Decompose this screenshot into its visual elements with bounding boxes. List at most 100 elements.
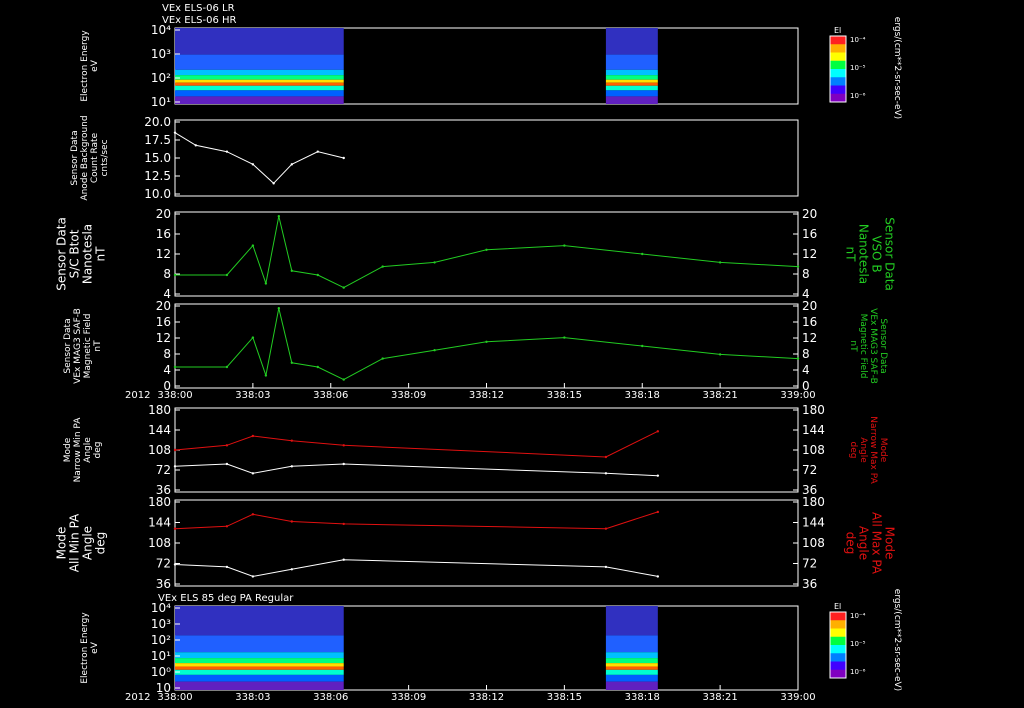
ylabel-left-5-line: All Min PA: [68, 513, 82, 572]
heatmap-band: [175, 96, 344, 104]
time-tick-label: 338:15: [547, 390, 582, 401]
series-point: [290, 361, 294, 364]
y-tick-label-right: 12: [802, 247, 817, 261]
colorbar-swatch: [830, 628, 846, 638]
anode-ylabel-line: Sensor Data: [70, 130, 80, 185]
ylabel-left-4-line: Mode: [63, 437, 73, 462]
time-tick-label: 338:03: [235, 390, 270, 401]
colorbar-swatch: [830, 612, 846, 621]
y-tick-label-right: 36: [802, 577, 817, 591]
y-tick-label: 144: [148, 423, 171, 437]
ylabel-left-3: Sensor Data VEx MAG3 SAF-B Magnetic Field n…: [63, 308, 103, 384]
heatmap-band: [605, 82, 658, 86]
y-tick-label-right: 144: [802, 516, 825, 530]
series-point: [604, 472, 608, 475]
y-tick-label: 72: [156, 463, 171, 477]
y-tick-label: 10.0: [144, 187, 171, 201]
series-point: [225, 525, 229, 528]
anode-ylabel-line: Anode Background: [80, 115, 90, 200]
ylabel-left-4-line: Narrow Min PA: [73, 417, 83, 483]
y-tick-label-right: 180: [802, 495, 825, 509]
heatmap-band: [175, 669, 344, 675]
y-tick-label-right: 180: [802, 403, 825, 417]
series-point: [251, 336, 255, 339]
y-tick-label: 10⁰: [151, 665, 171, 679]
colorbar-swatch: [830, 85, 846, 95]
series-point: [342, 522, 345, 526]
series-point: [641, 344, 644, 348]
series-point: [604, 455, 608, 459]
time-tick-label: 338:06: [313, 390, 348, 401]
colorbar-swatch: [830, 77, 846, 86]
heatmap-band: [605, 79, 658, 83]
series-point: [656, 510, 660, 514]
y-tick-label-right: 20: [802, 299, 817, 313]
heatmap-band: [605, 69, 658, 76]
series-line-white: [174, 463, 658, 477]
series-point: [485, 248, 488, 251]
series-point: [656, 575, 660, 578]
ylabel-left-4-line: deg: [93, 442, 103, 459]
series-point: [563, 244, 566, 247]
series-point: [342, 462, 345, 466]
series-point: [718, 261, 722, 264]
y-tick-label-right: 16: [802, 315, 817, 329]
heatmap-band: [605, 663, 658, 667]
heatmap-band: [175, 681, 344, 690]
series-line-green: [175, 308, 799, 381]
time-tick-label: 338:21: [703, 692, 738, 703]
heatmap-ylabel: Electron Energy eV: [80, 612, 100, 684]
y-tick-label: 4: [163, 363, 171, 377]
series-point: [718, 353, 722, 356]
series-point: [290, 568, 294, 571]
y-tick-label: 17.5: [144, 133, 171, 147]
colorbar-swatch: [830, 69, 846, 78]
ylabel-right-2-line: Nanotesla: [857, 224, 871, 284]
ylabel-right-4-line: Mode: [878, 438, 888, 463]
series-point: [264, 282, 268, 285]
series-point: [563, 336, 566, 339]
time-tick-label: 338:18: [625, 390, 660, 401]
y-tick-label: 108: [148, 536, 171, 550]
colorbar-swatch: [830, 653, 846, 662]
year-label: 2012: [125, 390, 150, 401]
colorbar-swatch: [830, 52, 846, 62]
series-point: [604, 565, 608, 569]
ylabel-right-3-line: Magnetic Field: [858, 314, 868, 379]
series-point: [381, 265, 384, 268]
colorbar-unit-line: ergs/(cm**2-sr-sec-eV): [892, 17, 902, 119]
heatmap-band: [175, 658, 344, 664]
ylabel-right-4-line: deg: [848, 442, 858, 459]
heatmap-band: [605, 674, 658, 682]
heatmap-band: [605, 635, 658, 653]
heatmap-band: [175, 79, 344, 83]
y-tick-label-right: 72: [802, 463, 817, 477]
series-point: [173, 465, 177, 468]
ylabel-left-2-line: Sensor Data: [55, 217, 69, 291]
series-point: [342, 286, 345, 289]
series-point: [173, 448, 177, 452]
y-tick-label: 12: [156, 331, 171, 345]
y-tick-label: 108: [148, 443, 171, 457]
ylabel-right-2-line: Sensor Data: [883, 217, 897, 291]
series-point: [251, 244, 255, 247]
ylabel-left-3-line: nT: [93, 340, 103, 352]
colorbar-unit: ergs/(cm**2-sr-sec-eV): [892, 589, 902, 691]
y-tick-label-right: 144: [802, 423, 825, 437]
heatmap-band: [175, 75, 344, 80]
series-point: [225, 462, 229, 466]
ylabel-left-3-line: Sensor Data: [63, 318, 73, 373]
series-point: [173, 563, 177, 566]
y-tick-label: 180: [148, 495, 171, 509]
series-point: [433, 261, 436, 264]
colorbar-swatch: [830, 636, 846, 646]
series-point: [641, 252, 644, 256]
series-point: [251, 575, 255, 578]
series-point: [316, 273, 319, 277]
ylabel-left-4-line: Angle: [83, 437, 93, 463]
ylabel-right-3-line: nT: [848, 340, 858, 352]
colorbar-swatch: [830, 93, 846, 103]
y-tick-label: 10³: [151, 617, 171, 631]
ylabel-left-2-line: nT: [94, 246, 108, 262]
series-point: [225, 565, 229, 569]
